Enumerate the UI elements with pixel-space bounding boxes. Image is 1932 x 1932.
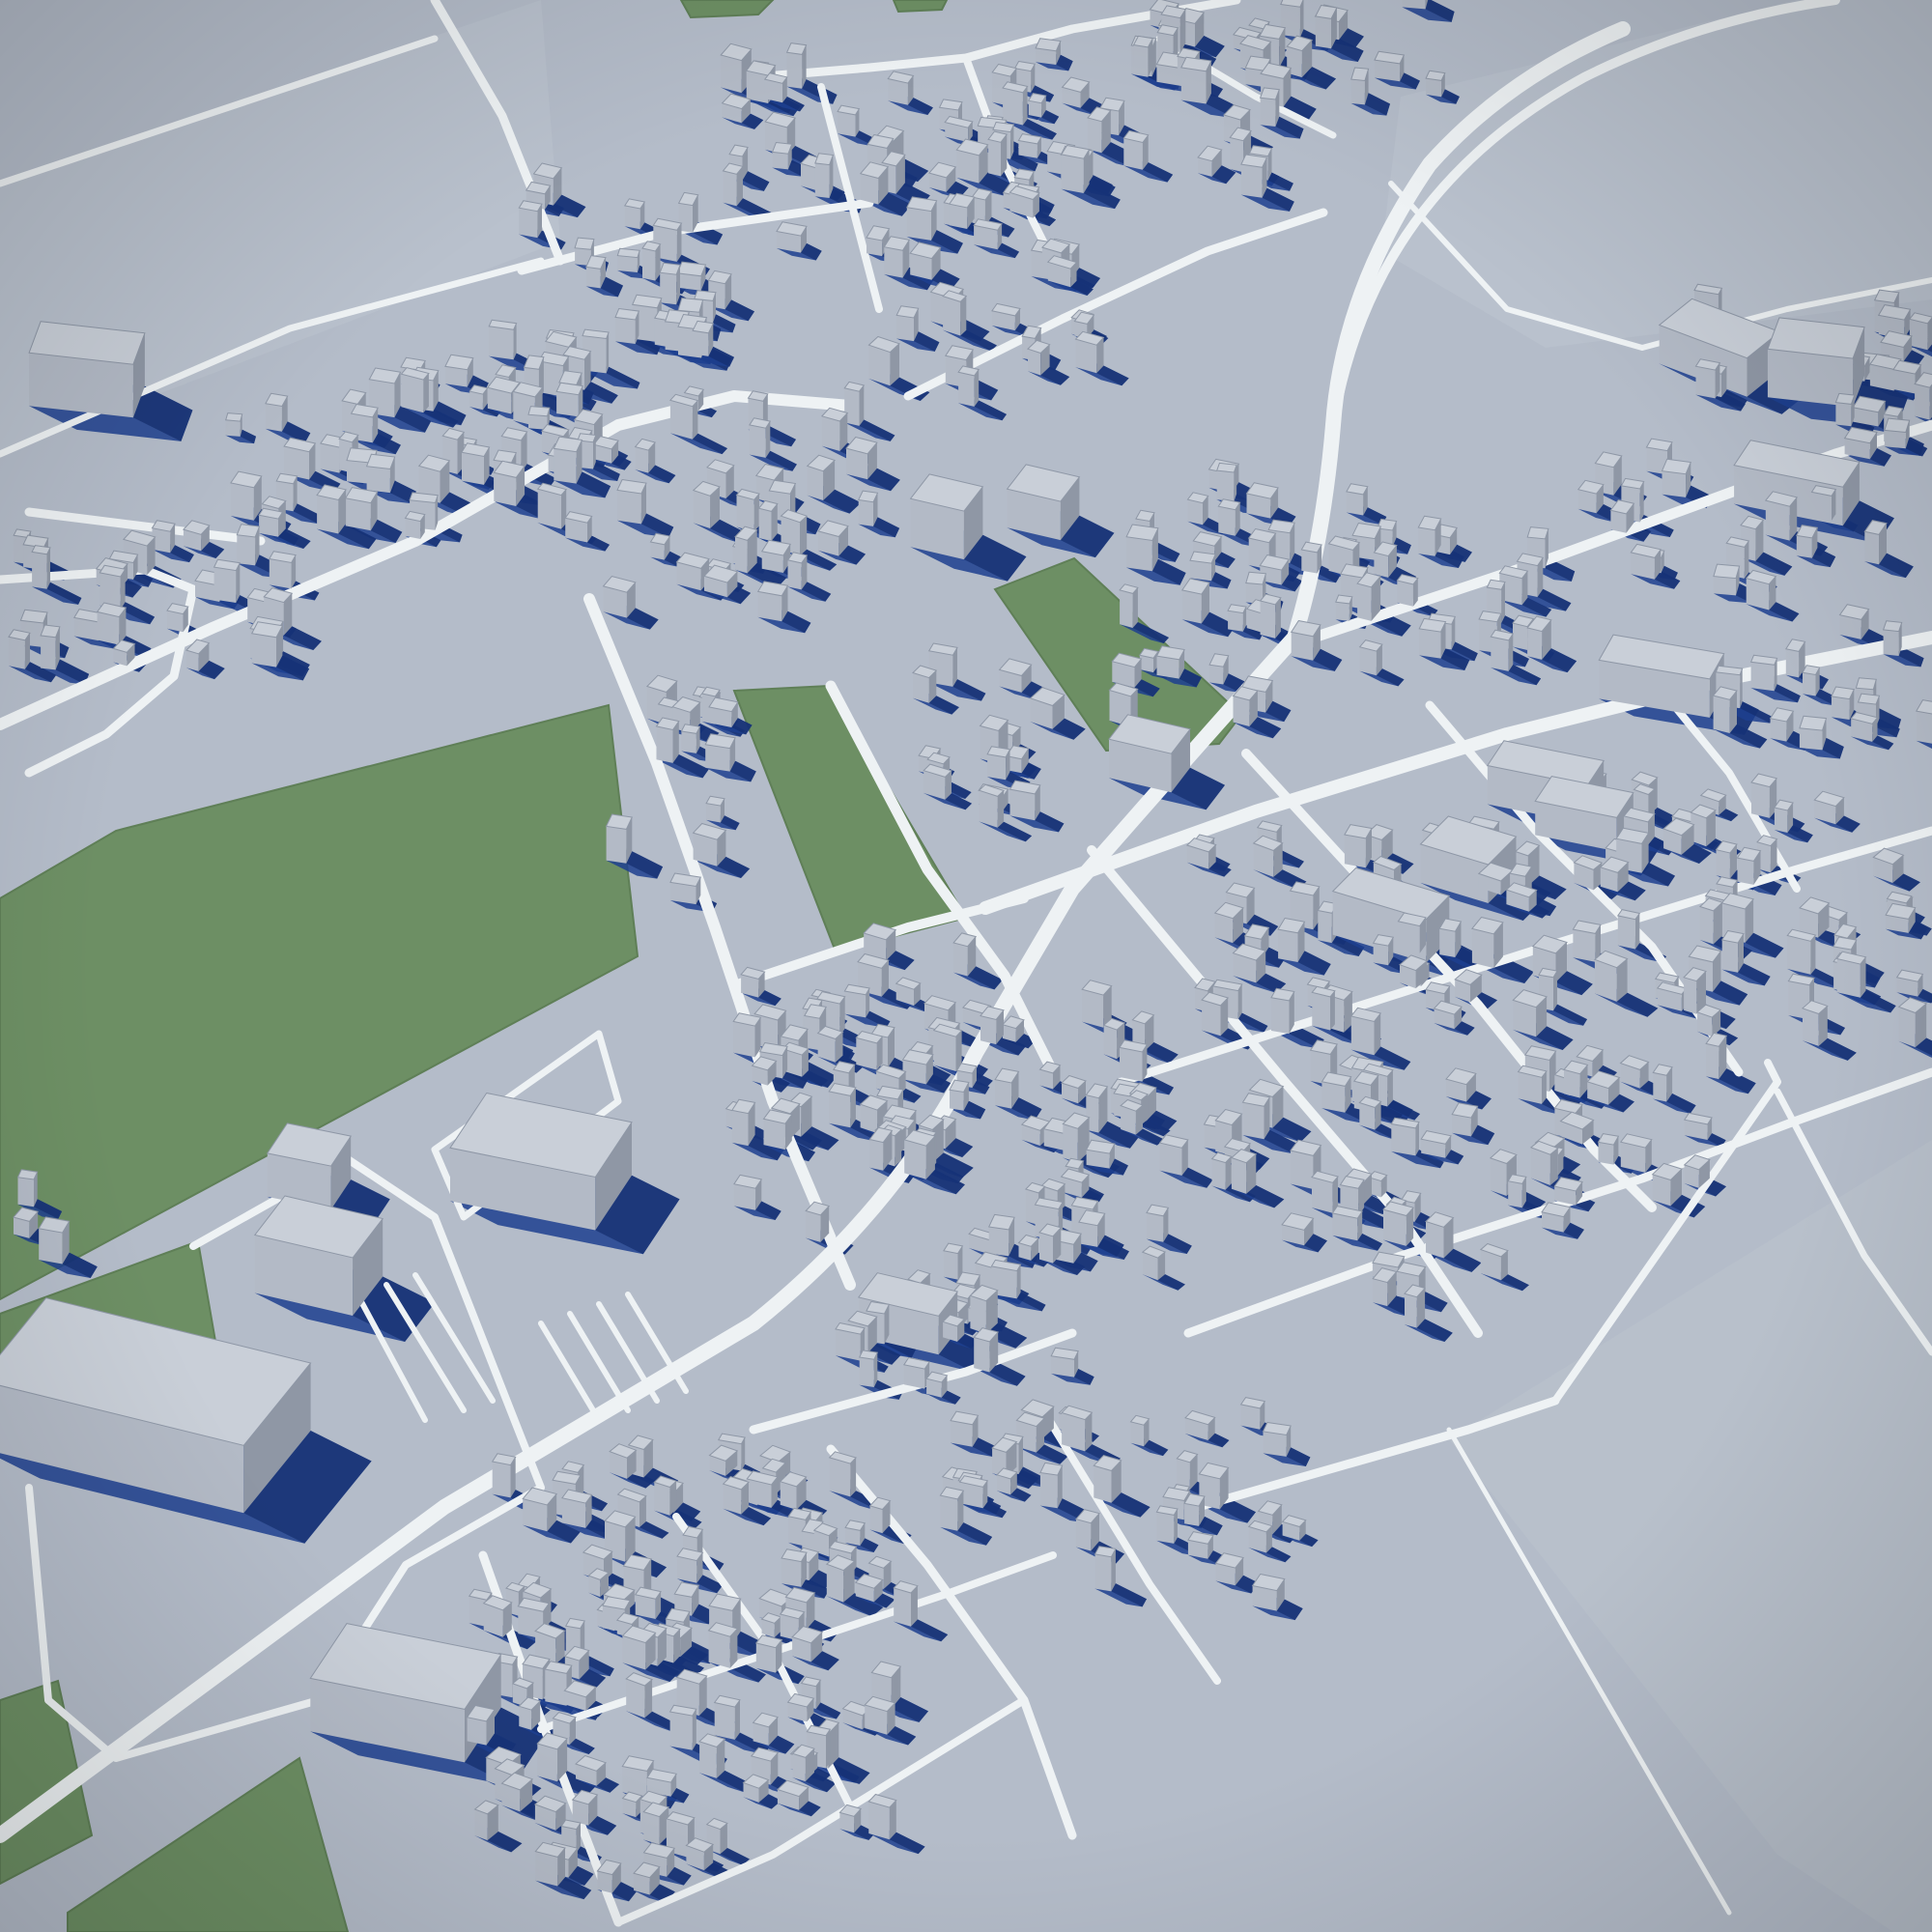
vignette-overlay	[0, 0, 1932, 1932]
city-map-render	[0, 0, 1932, 1932]
city-model-scene	[0, 0, 1932, 1932]
